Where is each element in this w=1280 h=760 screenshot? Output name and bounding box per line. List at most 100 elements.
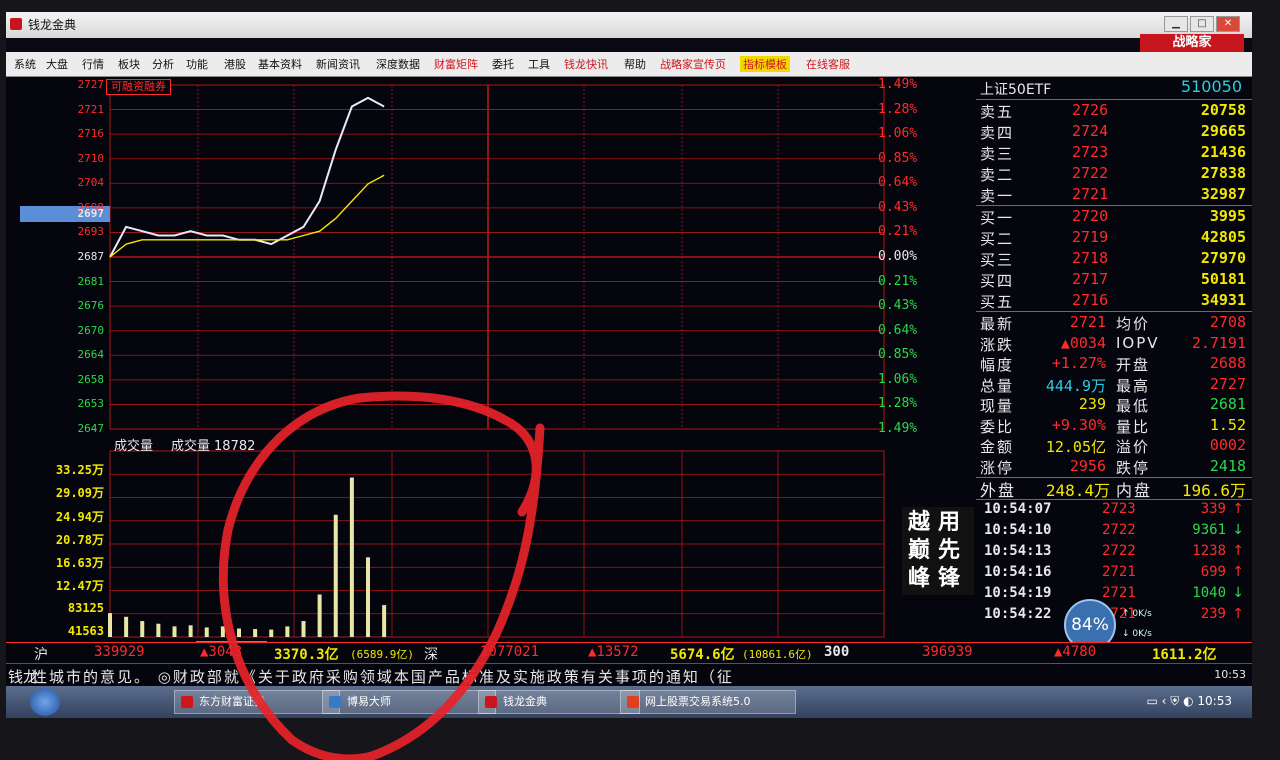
price-level-label: 2670 <box>77 323 105 337</box>
volume-bar <box>188 625 193 637</box>
volume-level-label: 83125 <box>67 600 104 615</box>
volume-label-2: 成交量 <box>171 439 211 454</box>
taskbar-item-2[interactable]: 钱龙金典 <box>478 690 640 714</box>
pct-level-label: 1.28% <box>878 101 918 117</box>
stat-row: 总量 444.9万 最高 2727 <box>980 375 1246 395</box>
main-panel: 可融资融券 2727 1.49% 2721 1.28% 2716 1.06% 2710 0.8… <box>6 77 1252 714</box>
taskbar: 东方财富证券 博易大师 钱龙金典 网上股票交易系统5.0 ▭ ‹ ⛨ ◐ 10:53 <box>6 686 1252 718</box>
menu-item-9[interactable]: 深度数据 <box>376 56 420 72</box>
menu-item-4[interactable]: 分析 <box>152 56 174 72</box>
taskbar-item-0[interactable]: 东方财富证券 <box>174 690 340 714</box>
current-price-tag: 2697 <box>77 207 105 220</box>
tray-icons[interactable]: ▭ ‹ ⛨ ◐ <box>1147 694 1198 708</box>
minimize-button[interactable]: ▁ <box>1164 16 1188 32</box>
brand-logo[interactable]: 战略家 <box>1140 34 1244 52</box>
bid-volume: 3995 <box>1209 207 1246 225</box>
stat-value-2: 2418 <box>1209 456 1246 475</box>
menu-item-0[interactable]: 系统 <box>14 56 36 72</box>
volume-bar <box>382 605 387 637</box>
menu-item-7[interactable]: 基本资料 <box>258 56 302 72</box>
ask-label: 卖五 <box>980 103 1015 121</box>
menu-item-15[interactable]: 战略家宣传页 <box>660 56 726 72</box>
ask-row[interactable]: 卖三 2723 21436 <box>980 143 1246 163</box>
volume-bar <box>253 629 258 637</box>
taskbar-item-1[interactable]: 博易大师 <box>322 690 496 714</box>
stat-value: ▲0034 <box>1060 333 1106 352</box>
news-ticker[interactable]: 钱龙 性城市的意见。 ◎财政部就《关于政府采购领域本国产品标准及实施政策有关事项… <box>6 663 1252 686</box>
menu-item-2[interactable]: 行情 <box>82 56 104 72</box>
quote-panel: 上证50ETF 510050 卖五 2726 20758 卖四 2724 29665 卖三 2… <box>976 77 1252 642</box>
pct-level-label: 0.85% <box>878 347 918 363</box>
bid-row[interactable]: 买一 2720 3995 <box>980 207 1246 227</box>
stat-row: 涨停 2956 跌停 2418 <box>980 457 1246 477</box>
price-level-label: 2710 <box>77 151 105 165</box>
tick-time: 10:54:07 <box>984 501 1052 517</box>
stat-value-2: 2.7191 <box>1191 333 1246 352</box>
pct-level-label: 1.06% <box>878 371 918 387</box>
volume-label: 成交量 <box>114 439 154 454</box>
bid-volume: 27970 <box>1200 249 1246 267</box>
divider <box>976 99 1252 100</box>
bid-row[interactable]: 买二 2719 42805 <box>980 228 1246 248</box>
system-tray: ▭ ‹ ⛨ ◐ 10:53 <box>1147 694 1232 709</box>
stat-value: 239 <box>1078 395 1106 413</box>
ask-price: 2721 <box>1072 185 1109 203</box>
menu-item-3[interactable]: 板块 <box>118 56 140 72</box>
sh-amount: 3370.3亿 <box>274 647 339 663</box>
pct-level-label: 0.64% <box>878 322 918 338</box>
taskbar-item-label: 东方财富证券 <box>199 695 265 708</box>
menu-item-12[interactable]: 工具 <box>528 56 550 72</box>
taskbar-item-3[interactable]: 网上股票交易系统5.0 <box>620 690 796 714</box>
stat-label: 涨停 <box>980 458 1015 477</box>
tick-time: 10:54:19 <box>984 585 1052 601</box>
menu-item-14[interactable]: 帮助 <box>624 56 646 72</box>
price-level-label: 2727 <box>77 78 105 91</box>
ask-row[interactable]: 卖一 2721 32987 <box>980 185 1246 205</box>
promo-col-2: 用先锋 <box>938 510 961 591</box>
promo-col-1: 越巅峰 <box>908 510 931 591</box>
maximize-button[interactable]: □ <box>1190 16 1214 32</box>
stat-label-2: 溢价 <box>1116 438 1151 456</box>
bid-label: 买三 <box>980 251 1015 269</box>
volume-header: 成交量 成交量 18782 <box>114 435 273 454</box>
menu-item-6[interactable]: 港股 <box>224 56 246 72</box>
promo-banner[interactable]: 越巅峰 用先锋 <box>902 507 974 595</box>
close-button[interactable]: ✕ <box>1216 16 1240 32</box>
ask-row[interactable]: 卖四 2724 29665 <box>980 122 1246 142</box>
index-volume: 396939 <box>922 644 973 660</box>
menu-item-1[interactable]: 大盘 <box>46 56 68 72</box>
bid-row[interactable]: 买五 2716 34931 <box>980 291 1246 311</box>
volume-bar <box>108 613 112 637</box>
menu-item-5[interactable]: 功能 <box>186 56 208 72</box>
bid-row[interactable]: 买四 2717 50181 <box>980 270 1246 290</box>
ask-volume: 21436 <box>1200 143 1246 161</box>
menu-item-10[interactable]: 财富矩阵 <box>434 56 478 72</box>
sh-volume: 339929 <box>94 644 145 660</box>
bid-price: 2720 <box>1072 207 1109 225</box>
volume-bar <box>333 514 338 637</box>
start-button[interactable] <box>30 688 60 716</box>
stat-row: 现量 239 最低 2681 <box>980 395 1246 415</box>
stat-label: 委比 <box>980 417 1015 436</box>
menu-item-16[interactable]: 指标模板 <box>740 56 790 72</box>
menu-item-11[interactable]: 委托 <box>492 56 514 72</box>
arrow-up-icon: ↑ <box>1232 501 1244 517</box>
stat-value-2: 2708 <box>1209 313 1246 331</box>
stat-label: 现量 <box>980 397 1015 415</box>
menu-item-17[interactable]: 在线客服 <box>806 56 850 72</box>
volume-bar <box>366 557 370 637</box>
market-status-bar: 沪 339929 ▲3043 3370.3亿 (6589.9亿) 深 10770… <box>6 642 1252 663</box>
window-title: 钱龙金典 <box>28 18 77 32</box>
stat-label-2: 量比 <box>1116 417 1151 436</box>
bid-row[interactable]: 买三 2718 27970 <box>980 249 1246 269</box>
arrow-up-icon: ↑ <box>1232 543 1244 559</box>
price-level-label: 2721 <box>77 102 105 116</box>
menu-item-8[interactable]: 新闻资讯 <box>316 56 360 72</box>
menu-item-13[interactable]: 钱龙快讯 <box>564 56 608 72</box>
stat-value: +1.27% <box>1051 354 1106 372</box>
ask-row[interactable]: 卖五 2726 20758 <box>980 101 1246 121</box>
app-icon <box>181 696 193 708</box>
taskbar-item-label: 网上股票交易系统5.0 <box>645 695 751 708</box>
ask-row[interactable]: 卖二 2722 27838 <box>980 164 1246 184</box>
stat-value: 2721 <box>1069 313 1106 331</box>
